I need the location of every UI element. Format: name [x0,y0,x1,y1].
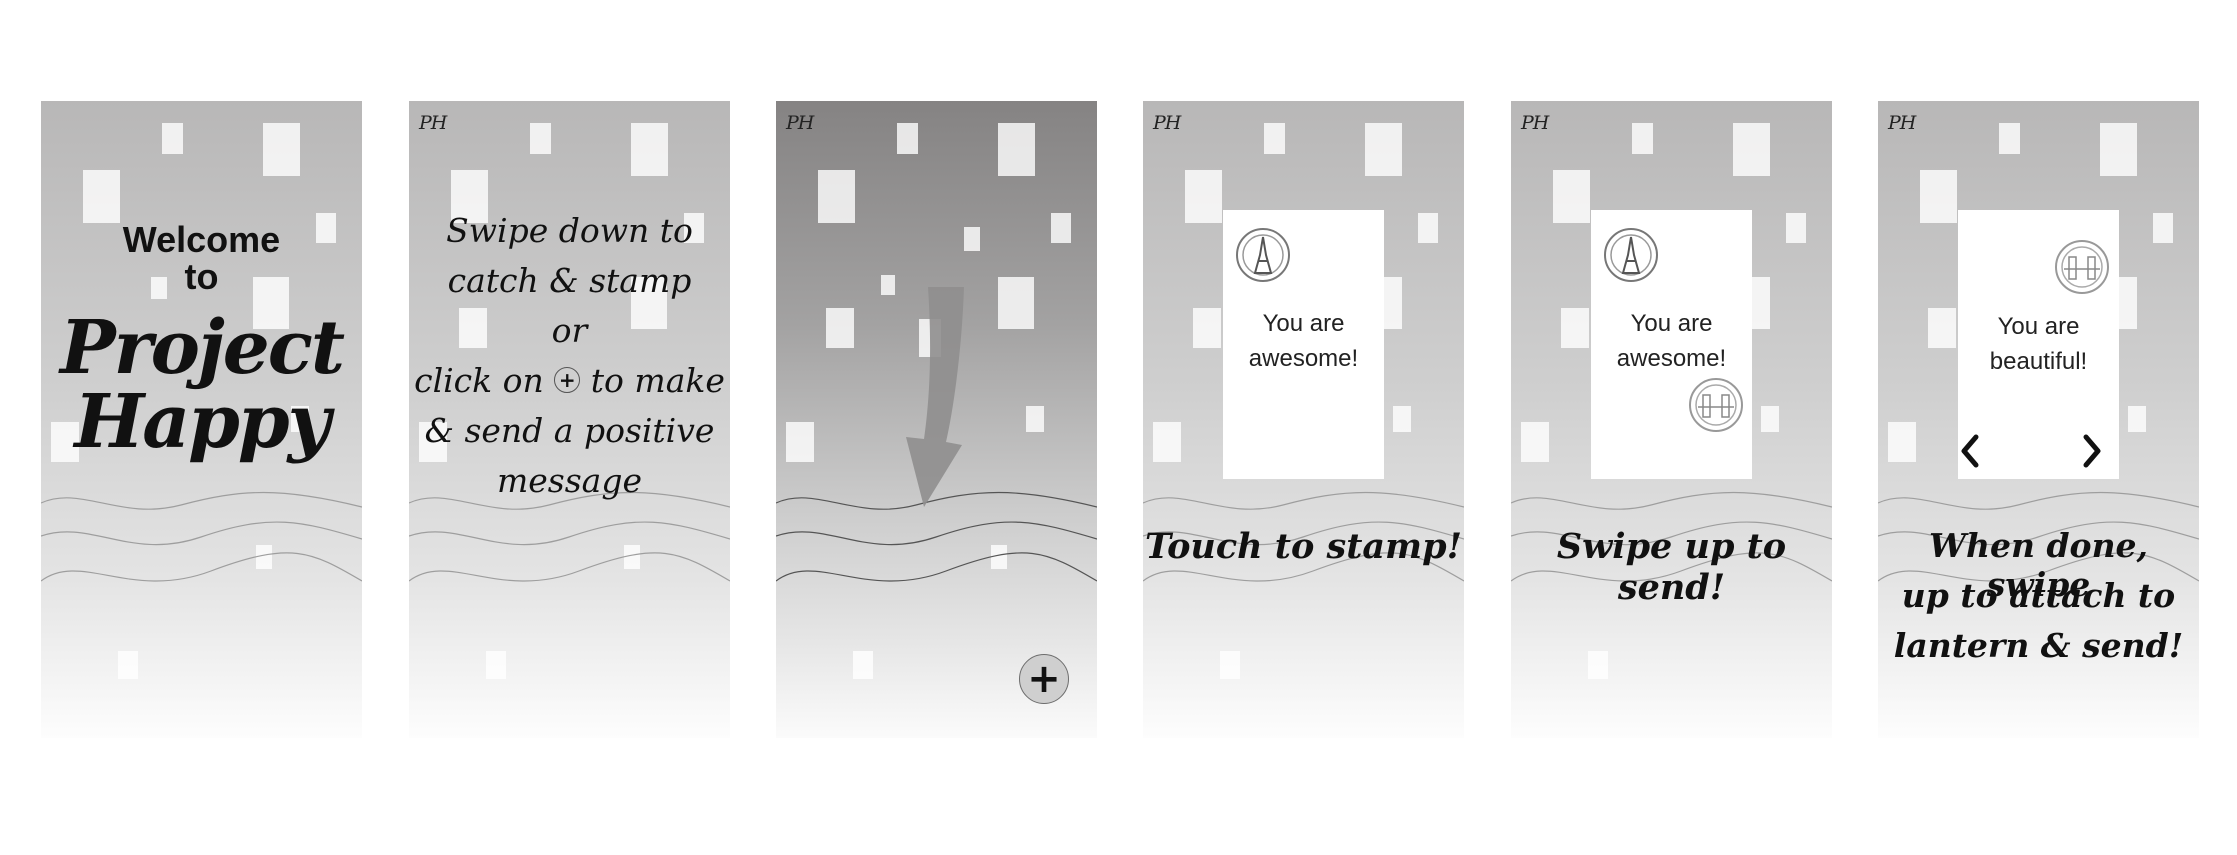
bg-square [2100,123,2137,176]
bg-square [1153,422,1181,462]
bg-square [1418,213,1438,243]
welcome-to-text: to [184,256,219,297]
bg-square [1561,308,1589,348]
card-message: You are awesome! [1223,306,1384,376]
bg-square [1553,170,1590,223]
chevron-right-icon[interactable] [2076,431,2106,471]
bg-square [1920,170,1957,223]
message-card[interactable]: You are awesome! [1223,210,1384,479]
bg-square [964,227,980,251]
tower-bridge-stamp-icon [1689,378,1743,432]
bg-square [1733,123,1770,176]
bg-square [1193,308,1221,348]
bg-square [1632,123,1653,154]
bg-square [486,651,506,679]
bg-square [1928,308,1956,348]
welcome-text: Welcome [122,219,281,260]
bg-square [1026,406,1044,432]
bg-square [1393,406,1411,432]
ph-logo: PH [786,112,814,134]
ph-logo: PH [1521,112,1549,134]
bg-square [162,123,183,154]
bg-square [818,170,855,223]
card-message-line: You are [1997,313,2080,340]
instruction-line: & send a positive [424,411,715,450]
instruction-line: to make [590,361,725,400]
wave-lines [409,491,730,582]
ph-logo: PH [419,112,447,134]
bg-square [118,651,138,679]
wave-lines [776,491,1097,582]
wave-lines [41,491,362,582]
bg-square [2128,406,2146,432]
bg-square [897,123,918,154]
bg-square [1384,277,1402,329]
bg-square [530,123,551,154]
instruction-line: catch & stamp [447,261,692,300]
add-message-button[interactable]: + [1019,654,1069,704]
bg-square [853,651,873,679]
bg-square [83,170,120,223]
bg-square [786,422,814,462]
bg-square [1365,123,1402,176]
bg-square [1999,123,2020,154]
eiffel-tower-stamp-icon [1604,228,1658,282]
instruction-line: Swipe down to [446,211,693,250]
instruction-line-with-icon: click on + to make [409,361,730,400]
screen-attach-lantern[interactable]: PH You are beautiful! When done, swipe u… [1878,101,2199,738]
bg-square [263,123,300,176]
plus-circle-icon: + [554,367,581,393]
caption-text: Touch to stamp! [1145,526,1462,567]
chevron-left-icon[interactable] [1956,431,1986,471]
bg-square [1761,406,1779,432]
bg-square [1786,213,1806,243]
message-card[interactable]: You are awesome! [1591,210,1752,479]
caption-text: Swipe up to send! [1556,526,1787,608]
bg-square [2119,277,2137,329]
bg-square [1264,123,1285,154]
card-message-line: beautiful! [1989,348,2088,375]
bg-square [1752,277,1770,329]
bg-square [1185,170,1222,223]
instruction-line: message [496,461,643,500]
bg-square [1588,651,1608,679]
card-message-line: awesome! [1248,345,1359,372]
bg-square [1521,422,1549,462]
screen-welcome: Welcome to Project Happy [41,101,362,738]
card-message-line: You are [1262,310,1345,337]
screen-instructions: PH Swipe down to catch & stamp or click … [409,101,730,738]
eiffel-tower-stamp-icon[interactable] [1235,227,1291,283]
card-message-line: awesome! [1616,345,1727,372]
app-title-line2: Happy [74,379,330,465]
tower-bridge-stamp-icon [2055,240,2109,294]
card-message-line: You are [1630,310,1713,337]
screen-swipe-down[interactable]: PH + [776,101,1097,738]
bg-square [881,275,895,295]
card-message: You are beautiful! [1958,309,2119,379]
screen-touch-to-stamp: PH You are awesome! Touch to stamp! [1143,101,1464,738]
bg-square [998,123,1035,176]
screen-swipe-up-send[interactable]: PH You are awesome! Swipe up to send! [1511,101,1832,738]
bg-square [1220,651,1240,679]
ph-logo: PH [1153,112,1181,134]
bg-square [631,123,668,176]
caption-line: lantern & send! [1893,626,2184,665]
bg-square [1888,422,1916,462]
instruction-line: or [551,311,588,350]
instruction-line: click on [414,361,544,400]
bg-square [998,277,1034,329]
ph-logo: PH [1888,112,1916,134]
bg-square [826,308,854,348]
caption-line: up to attach to [1901,576,2176,615]
card-message: You are awesome! [1591,306,1752,376]
bg-square [2153,213,2173,243]
bg-square [1051,213,1071,243]
swipe-down-arrow-icon [906,287,964,507]
